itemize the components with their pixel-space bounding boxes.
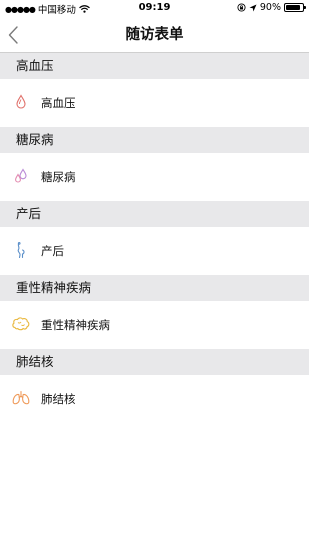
brain-icon [12, 317, 30, 331]
location-arrow-icon [249, 4, 257, 11]
list-item-label: 肺结核 [41, 392, 76, 406]
list-item-diabetes[interactable]: 糖尿病 [0, 153, 309, 201]
list-item-mental-illness[interactable]: 重性精神疾病 [0, 301, 309, 349]
list-item-label: 产后 [41, 244, 64, 258]
list-item-postpartum[interactable]: 产后 [0, 227, 309, 275]
postpartum-icon [17, 242, 25, 259]
section-header-mental-illness: 重性精神疾病 [0, 275, 309, 301]
list-item-hypertension[interactable]: 高血压 [0, 79, 309, 127]
rotation-lock-icon [237, 3, 246, 12]
status-right: 90% [237, 2, 306, 13]
battery-icon [284, 3, 306, 12]
battery-level [286, 5, 301, 10]
section-header-hypertension: 高血压 [0, 53, 309, 79]
status-bar: ●●●●● 中国移动 09:19 90% [0, 0, 309, 17]
list-item-label: 糖尿病 [41, 170, 76, 184]
section-header-postpartum: 产后 [0, 201, 309, 227]
list-item-label: 重性精神疾病 [41, 318, 110, 332]
nav-bar: 随访表单 [0, 17, 309, 53]
drops-icon [15, 168, 27, 183]
battery-percent: 90% [259, 2, 281, 13]
section-header-diabetes: 糖尿病 [0, 127, 309, 153]
section-header-tuberculosis: 肺结核 [0, 349, 309, 375]
page-title: 随访表单 [125, 27, 184, 43]
list-item-tuberculosis[interactable]: 肺结核 [0, 375, 309, 423]
lungs-icon [12, 390, 30, 405]
blood-drop-icon [16, 94, 26, 109]
list-item-label: 高血压 [41, 96, 76, 110]
